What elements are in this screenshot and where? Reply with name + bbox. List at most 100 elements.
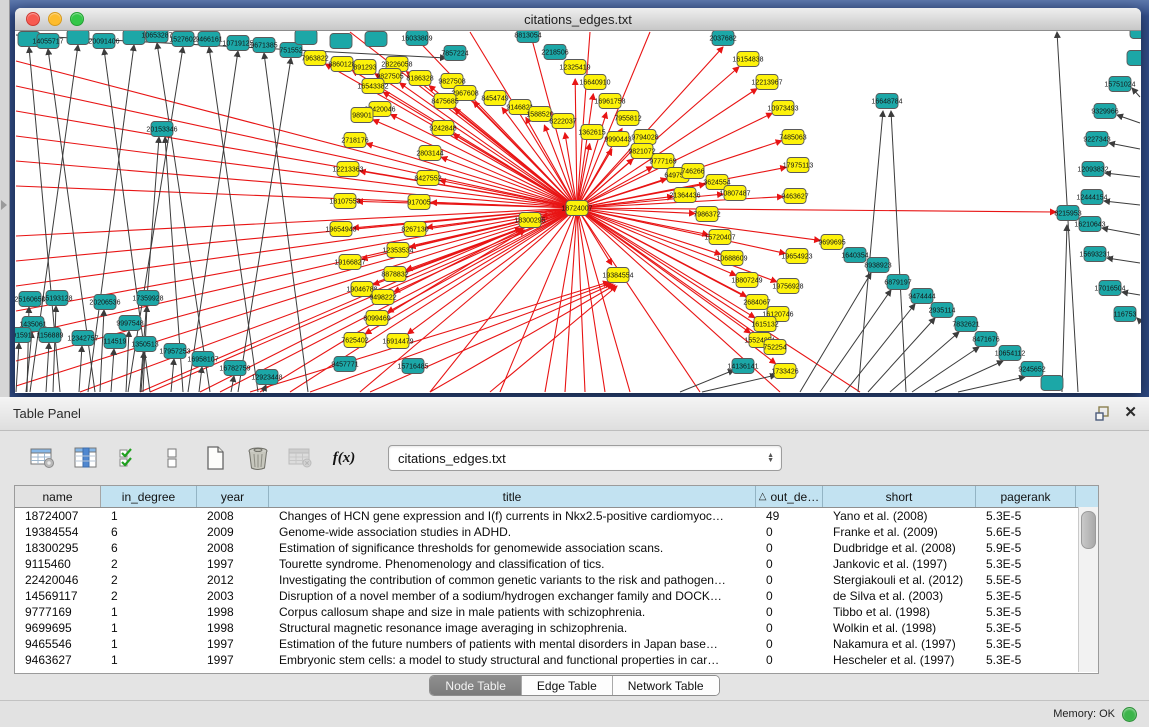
graph-edge[interactable] <box>209 47 258 392</box>
graph-node[interactable]: 14136141 <box>727 359 758 374</box>
column-header-title[interactable]: title <box>269 486 756 507</box>
graph-node[interactable]: 8475685 <box>431 94 458 109</box>
graph-node[interactable]: 7963822 <box>301 51 328 66</box>
graph-edge[interactable] <box>800 273 871 392</box>
graph-node[interactable] <box>1127 51 1141 66</box>
column-header-year[interactable]: year <box>197 486 269 507</box>
graph-node[interactable]: 9671385 <box>250 38 277 53</box>
column-header-out_de[interactable]: △out_de… <box>756 486 823 507</box>
graph-node[interactable]: 7485063 <box>779 130 806 145</box>
table-row[interactable]: 1456911722003Disruption of a novel membe… <box>15 588 1098 604</box>
graph-node[interactable]: 17975113 <box>783 158 814 173</box>
graph-edge[interactable] <box>1132 88 1140 97</box>
graph-node[interactable]: 20091406 <box>88 34 119 49</box>
graph-node[interactable]: 15193128 <box>41 291 72 306</box>
graph-node[interactable]: 12213967 <box>751 75 782 90</box>
graph-node[interactable]: 8215953 <box>1054 206 1081 221</box>
column-header-in_degree[interactable]: in_degree <box>101 486 197 507</box>
graph-node[interactable]: 12213363 <box>332 162 363 177</box>
table-row[interactable]: 977716911998Corpus callosum shape and si… <box>15 604 1098 620</box>
table-row[interactable]: 969969511998Structural magnetic resonanc… <box>15 620 1098 636</box>
graph-node[interactable]: 9699695 <box>818 235 845 250</box>
graph-node[interactable]: 12353534 <box>382 243 413 258</box>
graph-node[interactable]: 1350513 <box>131 337 158 352</box>
graph-node[interactable]: 7625402 <box>341 333 368 348</box>
graph-edge[interactable] <box>171 359 174 392</box>
network-window-titlebar[interactable]: citations_edges.txt <box>15 8 1141 31</box>
graph-node[interactable]: 1527602 <box>169 32 196 47</box>
graph-node[interactable]: 7857224 <box>441 46 468 61</box>
graph-node[interactable]: 116753 <box>1114 307 1137 322</box>
graph-node[interactable]: 8471676 <box>972 332 999 347</box>
graph-node[interactable]: 1362615 <box>578 125 605 140</box>
graph-node[interactable]: 1640354 <box>841 248 868 263</box>
graph-node[interactable]: 9498222 <box>369 290 396 305</box>
graph-node[interactable]: 19384554 <box>602 268 633 283</box>
graph-node[interactable]: 8860128 <box>328 57 355 72</box>
graph-edge[interactable] <box>46 343 49 392</box>
graph-node[interactable] <box>1041 376 1063 391</box>
graph-edge[interactable] <box>868 318 935 392</box>
graph-edge[interactable] <box>16 161 577 208</box>
graph-edge[interactable] <box>1117 115 1140 123</box>
row-boxes-icon[interactable] <box>157 443 187 473</box>
graph-node[interactable]: 8267130 <box>401 222 428 237</box>
graph-edge[interactable] <box>188 51 238 392</box>
graph-node[interactable]: 12093832 <box>1077 162 1108 177</box>
pane-divider-handle[interactable] <box>1 200 7 210</box>
graph-edge[interactable] <box>912 347 979 392</box>
graph-node[interactable]: 9463627 <box>781 189 808 204</box>
function-builder-icon[interactable]: f(x) <box>329 443 359 473</box>
graph-node[interactable]: 1156889 <box>37 328 64 343</box>
graph-node[interactable]: 15693231 <box>1079 247 1110 262</box>
graph-node[interactable] <box>365 32 387 47</box>
graph-node[interactable]: 2037682 <box>709 31 736 46</box>
graph-edge[interactable] <box>577 208 700 392</box>
graph-edge[interactable] <box>1104 201 1140 205</box>
graph-node[interactable]: 16782759 <box>219 361 250 376</box>
graph-node[interactable]: 16961758 <box>594 94 625 109</box>
graph-node[interactable]: 8186328 <box>406 71 433 86</box>
graph-node[interactable] <box>295 31 317 45</box>
close-window-icon[interactable] <box>26 12 40 26</box>
scrollbar-thumb[interactable] <box>1081 511 1096 549</box>
table-row[interactable]: 946554611997Estimation of the future num… <box>15 636 1098 652</box>
graph-node[interactable]: 391591 <box>15 328 32 343</box>
graph-node[interactable]: 2803144 <box>416 146 443 161</box>
graph-node[interactable]: 6879197 <box>884 275 911 290</box>
graph-node[interactable]: 17016504 <box>1094 281 1125 296</box>
graph-node[interactable]: 16914479 <box>382 334 413 349</box>
network-canvas[interactable]: 1405571720091406106532871527602946616110… <box>15 31 1141 393</box>
graph-node[interactable]: 7986372 <box>693 207 720 222</box>
minimize-window-icon[interactable] <box>48 12 62 26</box>
graph-edge[interactable] <box>935 361 1003 392</box>
graph-node[interactable] <box>1130 31 1141 39</box>
table-row[interactable]: 2242004622012Investigating the contribut… <box>15 572 1098 588</box>
graph-node[interactable]: 2718176 <box>341 133 368 148</box>
graph-node[interactable]: 9794028 <box>631 130 658 145</box>
graph-edge[interactable] <box>565 208 577 392</box>
graph-node[interactable]: 12342757 <box>67 331 98 346</box>
table-row[interactable]: 1938455462009Genome-wide association stu… <box>15 524 1098 540</box>
graph-node[interactable]: 1733426 <box>771 364 798 379</box>
column-header-short[interactable]: short <box>823 486 976 507</box>
graph-node[interactable]: 10654112 <box>995 346 1026 361</box>
graph-node[interactable]: 114519 <box>104 334 127 349</box>
graph-edge[interactable] <box>16 208 577 236</box>
graph-node[interactable]: 9227343 <box>1083 132 1110 147</box>
graph-node[interactable] <box>67 31 89 45</box>
graph-node[interactable]: 8938923 <box>864 258 891 273</box>
graph-edge[interactable] <box>702 375 776 392</box>
graph-node[interactable]: 8878832 <box>381 267 408 282</box>
graph-node[interactable] <box>330 34 352 49</box>
graph-edge[interactable] <box>100 310 104 392</box>
graph-node[interactable]: 9474444 <box>908 289 935 304</box>
graph-node[interactable]: 9997548 <box>116 316 143 331</box>
graph-node[interactable]: 18107553 <box>329 194 360 209</box>
graph-edge[interactable] <box>1107 258 1140 263</box>
graph-node[interactable]: 12325419 <box>559 60 590 75</box>
graph-node[interactable]: 9990443 <box>604 132 631 147</box>
graph-node[interactable]: 9457771 <box>331 357 358 372</box>
graph-edge[interactable] <box>1109 143 1140 149</box>
delete-column-icon[interactable] <box>243 443 273 473</box>
